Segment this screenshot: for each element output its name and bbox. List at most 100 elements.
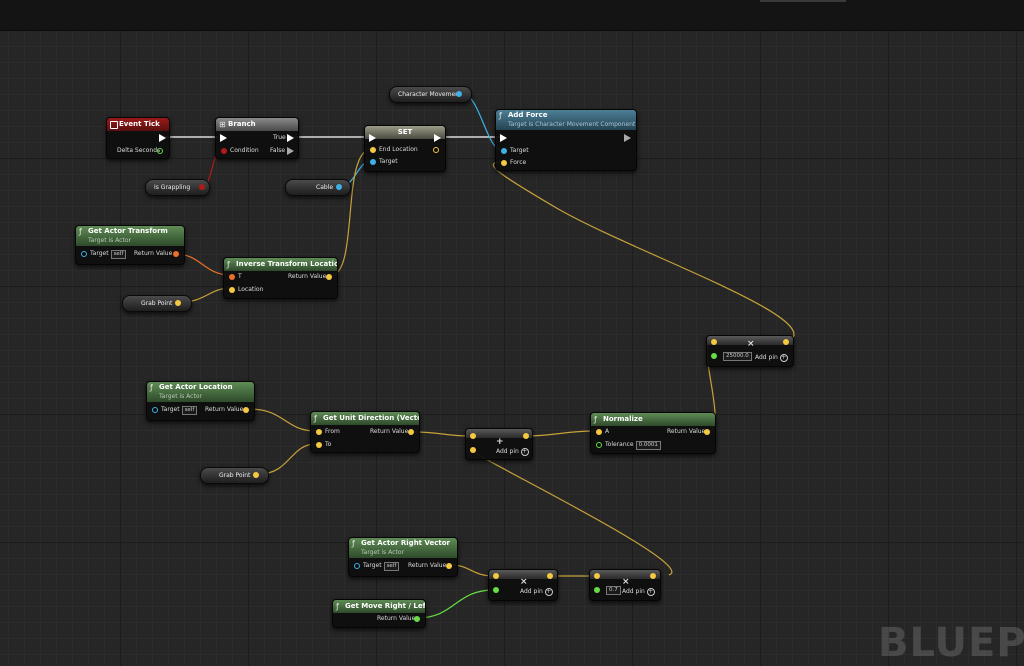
tab-indicator[interactable] — [760, 0, 846, 2]
add-force-subtitle: Target is Character Movement Component — [508, 121, 636, 128]
normalize-tolerance-label: Tolerance — [605, 441, 634, 448]
add-vector-a-pin[interactable] — [470, 433, 476, 439]
inverse-transform-return-pin[interactable] — [326, 274, 332, 280]
inverse-transform-location-pin[interactable] — [229, 287, 235, 293]
event-tick-node[interactable]: Event Tick Delta Seconds — [106, 117, 170, 159]
multiply-right-b-pin[interactable] — [493, 587, 499, 593]
target-label: Target — [90, 250, 109, 257]
add-force-exec-in-pin[interactable] — [500, 134, 507, 142]
add-pin-icon: + — [544, 588, 553, 596]
vector-wire-multiply-scale-add — [469, 448, 673, 576]
multiply-force-node[interactable]: × 25000.0 Add pin + — [706, 335, 794, 367]
character-movement-pin[interactable] — [456, 91, 462, 97]
multiply-scale-a-pin[interactable] — [594, 573, 600, 579]
multiply-force-b-pin[interactable] — [711, 353, 717, 359]
cable-getter[interactable]: Cable — [285, 179, 351, 196]
get-actor-transform-return-pin[interactable] — [173, 251, 179, 257]
get-move-right-left-node[interactable]: ƒ Get Move Right / Left Return Value — [332, 599, 426, 628]
set-exec-in-pin[interactable] — [369, 134, 376, 142]
branch-exec-in-pin[interactable] — [220, 134, 227, 142]
branch-condition-pin[interactable] — [221, 148, 227, 154]
inverse-transform-location-node[interactable]: ƒ Inverse Transform Location T Return Val… — [223, 257, 338, 299]
multiply-scale-value-input[interactable]: 0.7 — [606, 586, 621, 595]
multiply-force-value-input[interactable]: 25000.0 — [723, 352, 752, 361]
grab-point-getter-2[interactable]: Grab Point — [200, 467, 269, 484]
normalize-return-pin[interactable] — [704, 429, 710, 435]
add-vector-node[interactable]: + Add pin + — [465, 428, 533, 460]
branch-node[interactable]: ⊞ Branch True Condition False — [215, 117, 299, 159]
target-label: Target — [363, 562, 382, 569]
get-unit-direction-from-label: From — [325, 428, 340, 435]
self-value: self — [110, 250, 127, 259]
get-actor-transform-target-pin[interactable] — [81, 251, 87, 257]
multiply-force-a-pin[interactable] — [711, 339, 717, 345]
get-unit-direction-node[interactable]: ƒ Get Unit Direction (Vector) From Return… — [310, 411, 420, 453]
cable-pin[interactable] — [336, 184, 342, 190]
get-actor-right-vector-node[interactable]: ƒ Get Actor Right Vector Target is Actor T… — [348, 537, 458, 577]
multiply-scale-out-pin[interactable] — [650, 573, 656, 579]
multiply-right-a-pin[interactable] — [493, 573, 499, 579]
delta-seconds-pin[interactable] — [157, 148, 163, 154]
exec-out-pin[interactable] — [159, 134, 166, 142]
set-out-pin[interactable] — [433, 147, 439, 153]
get-actor-right-vector-target-label: Target self — [363, 561, 400, 571]
get-move-right-left-header: ƒ Get Move Right / Left — [333, 600, 425, 613]
get-move-right-left-return-label: Return Value — [377, 615, 416, 622]
get-actor-transform-node[interactable]: ƒ Get Actor Transform Target is Actor Targ… — [75, 225, 185, 265]
multiply-force-out-pin[interactable] — [783, 339, 789, 345]
multiply-right-node[interactable]: × Add pin + — [488, 569, 558, 601]
set-end-location-pin[interactable] — [370, 147, 376, 153]
add-vector-out-pin[interactable] — [523, 433, 529, 439]
grab-point-pin-1[interactable] — [175, 300, 181, 306]
normalize-node[interactable]: ƒ Normalize A Return Value Tolerance 0.000… — [590, 412, 716, 454]
multiply-scale-b-pin[interactable] — [594, 587, 600, 593]
multiply-right-add-pin-button[interactable]: Add pin + — [520, 588, 553, 596]
get-unit-direction-return-pin[interactable] — [408, 429, 414, 435]
multiply-scale-node[interactable]: × 0.7 Add pin + — [589, 569, 661, 601]
get-actor-location-subtitle: Target is Actor — [159, 393, 202, 400]
grab-point-getter-1[interactable]: Grab Point — [122, 295, 192, 312]
inverse-transform-location-label: Location — [238, 286, 264, 293]
add-force-force-pin[interactable] — [501, 160, 507, 166]
add-force-target-pin[interactable] — [501, 148, 507, 154]
get-actor-location-target-pin[interactable] — [152, 407, 158, 413]
add-vector-add-pin-button[interactable]: Add pin + — [496, 448, 529, 456]
multiply-operator-icon: × — [520, 577, 528, 587]
add-force-node[interactable]: ƒ Add Force Target is Character Movement C… — [495, 109, 637, 171]
multiply-scale-add-pin-button[interactable]: Add pin + — [622, 588, 655, 596]
get-unit-direction-to-pin[interactable] — [316, 442, 322, 448]
inverse-transform-t-label: T — [238, 273, 242, 280]
normalize-tolerance-pin[interactable] — [596, 442, 602, 448]
get-move-right-left-return-pin[interactable] — [414, 616, 420, 622]
add-pin-icon: + — [646, 588, 655, 596]
tolerance-value-input[interactable]: 0.0001 — [635, 441, 661, 450]
get-actor-location-node[interactable]: ƒ Get Actor Location Target is Actor Targe… — [146, 381, 255, 421]
get-actor-location-return-pin[interactable] — [243, 407, 249, 413]
set-exec-out-pin[interactable] — [434, 134, 441, 142]
is-grappling-getter[interactable]: Is Grappling — [145, 179, 210, 196]
multiply-right-out-pin[interactable] — [547, 573, 553, 579]
add-force-exec-out-pin[interactable] — [624, 134, 631, 142]
get-actor-right-vector-return-pin[interactable] — [446, 563, 452, 569]
add-force-title: Add Force — [508, 111, 548, 119]
get-actor-transform-target-label: Target self — [90, 249, 127, 259]
normalize-a-pin[interactable] — [596, 429, 602, 435]
add-vector-b-pin[interactable] — [470, 447, 476, 453]
set-target-label: Target — [379, 158, 398, 165]
function-icon: ƒ — [79, 227, 82, 236]
get-actor-right-vector-target-pin[interactable] — [354, 563, 360, 569]
grab-point-pin-2[interactable] — [253, 472, 259, 478]
branch-false-pin[interactable] — [287, 147, 294, 155]
set-node[interactable]: SET End Location Target — [364, 125, 446, 172]
get-unit-direction-from-pin[interactable] — [316, 429, 322, 435]
function-icon: ƒ — [594, 415, 597, 424]
set-target-pin[interactable] — [370, 159, 376, 165]
get-unit-direction-to-label: To — [325, 441, 332, 448]
branch-true-pin[interactable] — [287, 134, 294, 142]
branch-title: Branch — [228, 120, 256, 128]
normalize-return-label: Return Value — [667, 428, 706, 435]
inverse-transform-t-pin[interactable] — [229, 274, 235, 280]
is-grappling-pin[interactable] — [199, 184, 205, 190]
multiply-force-add-pin-button[interactable]: Add pin + — [755, 354, 788, 362]
character-movement-getter[interactable]: Character Movement — [389, 86, 472, 103]
